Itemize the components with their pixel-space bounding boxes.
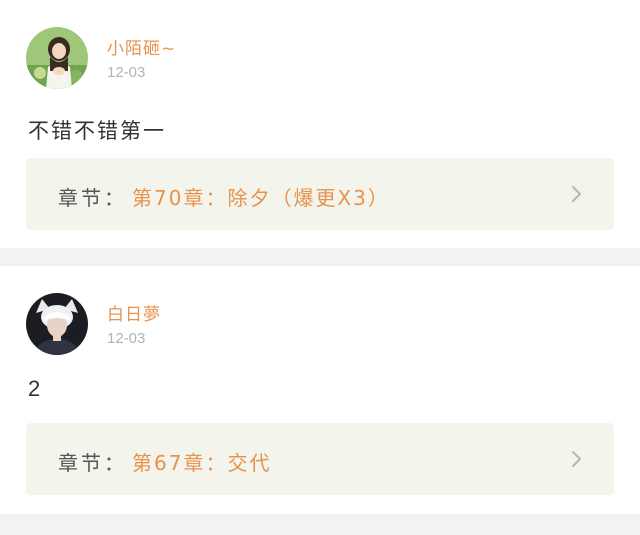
comment-card: 小陌砸~ 12-03 不错不错第一 章节： 第70章：除夕（爆更X3） xyxy=(0,0,640,248)
username[interactable]: 小陌砸~ xyxy=(107,34,176,59)
chapter-link[interactable]: 章节： 第67章：交代 xyxy=(26,423,614,495)
comment-date: 12-03 xyxy=(107,330,146,347)
chevron-right-icon xyxy=(572,186,581,202)
avatar[interactable] xyxy=(26,27,88,89)
comment-card: 白日夢 12-03 2 章节： 第67章：交代 xyxy=(0,266,640,514)
username[interactable]: 白日夢 xyxy=(107,300,161,325)
chapter-title: 第70章：除夕（爆更X3） xyxy=(132,186,390,210)
comment-date: 12-03 xyxy=(107,64,146,81)
avatar[interactable] xyxy=(26,293,88,355)
chevron-right-icon xyxy=(572,451,581,467)
chapter-title: 第67章：交代 xyxy=(132,451,272,475)
comment-text: 不错不错第一 xyxy=(28,119,166,143)
avatar-boy-icon xyxy=(26,293,88,355)
comment-text: 2 xyxy=(28,376,43,401)
chapter-prefix: 章节： xyxy=(58,451,127,475)
chapter-prefix: 章节： xyxy=(58,186,127,210)
avatar-girl-icon xyxy=(26,27,88,89)
chapter-link[interactable]: 章节： 第70章：除夕（爆更X3） xyxy=(26,158,614,230)
